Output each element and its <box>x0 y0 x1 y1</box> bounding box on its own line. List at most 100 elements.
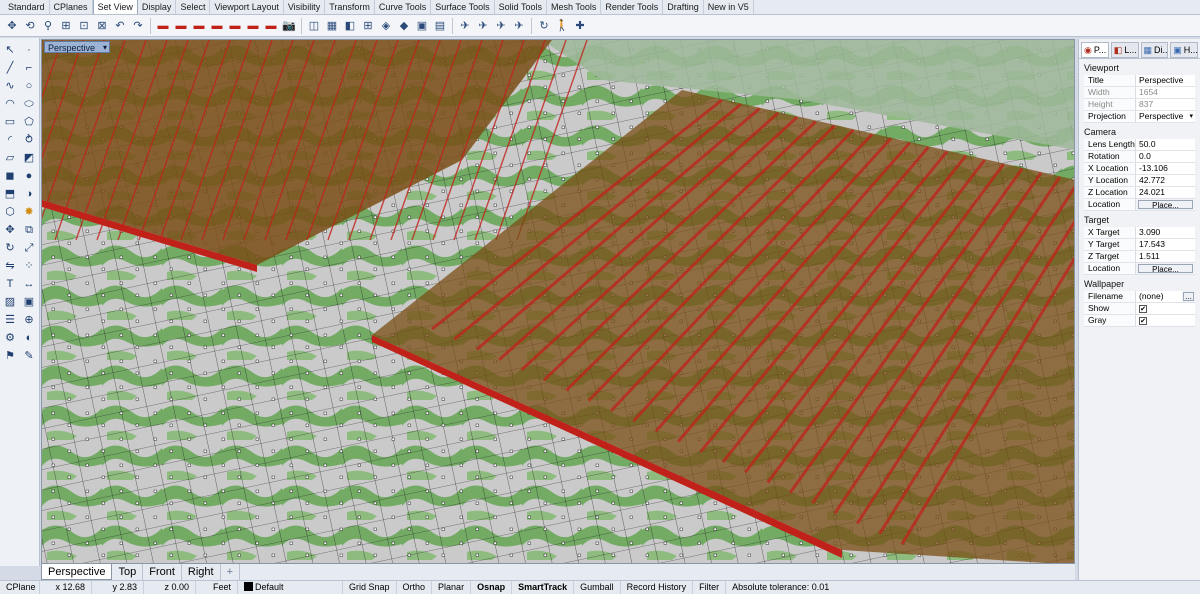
arc-icon[interactable]: ◠ <box>1 96 19 112</box>
circle-icon[interactable]: ○ <box>20 78 38 94</box>
tab-select[interactable]: Select <box>176 0 211 14</box>
tab-visibility[interactable]: Visibility <box>284 0 326 14</box>
mesh-icon[interactable]: ⬡ <box>1 204 19 220</box>
gray-checkbox[interactable]: ✔ <box>1139 317 1147 325</box>
prop-title-field[interactable]: Perspective <box>1136 75 1195 86</box>
tab-set-view[interactable]: Set View <box>92 0 138 14</box>
redo-view-icon[interactable]: ↷ <box>130 18 146 34</box>
prop-ztarget-field[interactable]: 1.511 <box>1136 251 1195 262</box>
tab-new-in-v5[interactable]: New in V5 <box>704 0 754 14</box>
tab-layers[interactable]: ◧ L... <box>1110 42 1139 58</box>
pan-icon[interactable]: ✥ <box>4 18 20 34</box>
sphere-icon[interactable]: ● <box>20 168 38 184</box>
dimension-icon[interactable]: ↔ <box>20 276 38 292</box>
prop-xloc-field[interactable]: -13.106 <box>1136 163 1195 174</box>
target-icon[interactable]: ✚ <box>572 18 588 34</box>
grid-snap-toggle[interactable]: Grid Snap <box>343 581 397 594</box>
split-view-icon[interactable]: ◧ <box>342 18 358 34</box>
box-icon[interactable]: ◼ <box>1 168 19 184</box>
zoom-extents-icon[interactable]: ⊡ <box>76 18 92 34</box>
polyline-icon[interactable]: ⌐ <box>20 60 38 76</box>
hatch-icon[interactable]: ▨ <box>1 294 19 310</box>
rectangle-icon[interactable]: ▭ <box>1 114 19 130</box>
tab-properties[interactable]: ◉ P... <box>1081 42 1109 58</box>
camera-place-button[interactable]: Place... <box>1138 200 1193 210</box>
zoom-icon[interactable]: ⚲ <box>40 18 56 34</box>
car-perspective-icon[interactable]: ▬ <box>263 18 279 34</box>
surface-icon[interactable]: ▱ <box>1 150 19 166</box>
tab-cplanes[interactable]: CPlanes <box>50 0 93 14</box>
plane-fly-icon[interactable]: ✈ <box>457 18 473 34</box>
array-icon[interactable]: ⁘ <box>20 258 38 274</box>
prop-zloc-field[interactable]: 24.021 <box>1136 187 1195 198</box>
render-icon[interactable]: ◐ <box>20 330 38 346</box>
ortho-toggle[interactable]: Ortho <box>397 581 433 594</box>
tab-solid-tools[interactable]: Solid Tools <box>495 0 547 14</box>
tab-display[interactable]: ▦Di... <box>1140 42 1169 58</box>
tab-right[interactable]: Right <box>182 564 221 580</box>
status-layer[interactable]: Default <box>238 581 343 594</box>
layer-icon[interactable]: ☰ <box>1 312 19 328</box>
four-view-icon[interactable]: ⊞ <box>360 18 376 34</box>
line-icon[interactable]: ╱ <box>1 60 19 76</box>
plane-icon-2[interactable]: ✈ <box>475 18 491 34</box>
move-icon[interactable]: ✥ <box>1 222 19 238</box>
prop-yloc-field[interactable]: 42.772 <box>1136 175 1195 186</box>
browse-button[interactable]: ... <box>1183 292 1194 301</box>
gumball-toggle[interactable]: Gumball <box>574 581 621 594</box>
text-icon[interactable]: T <box>1 276 19 292</box>
planar-toggle[interactable]: Planar <box>432 581 472 594</box>
tab-curve-tools[interactable]: Curve Tools <box>375 0 432 14</box>
mirror-icon[interactable]: ⇋ <box>1 258 19 274</box>
loft-icon[interactable]: ◩ <box>20 150 38 166</box>
car-right-icon[interactable]: ▬ <box>209 18 225 34</box>
tab-standard[interactable]: Standard <box>4 0 50 14</box>
tab-viewport-layout[interactable]: Viewport Layout <box>210 0 284 14</box>
properties-icon[interactable]: ⚑ <box>1 348 19 364</box>
ellipse-icon[interactable]: ⬭ <box>20 96 38 112</box>
point-icon[interactable]: · <box>20 42 38 58</box>
perspective-viewport[interactable]: Perspective ▾ <box>41 39 1075 564</box>
tab-drafting[interactable]: Drafting <box>663 0 704 14</box>
car-left-icon[interactable]: ▬ <box>191 18 207 34</box>
extrude-icon[interactable]: ⬒ <box>1 186 19 202</box>
car-top-icon[interactable]: ▬ <box>155 18 171 34</box>
explode-icon[interactable]: ✸ <box>20 204 38 220</box>
filter-toggle[interactable]: Filter <box>693 581 727 594</box>
tab-transform[interactable]: Transform <box>325 0 375 14</box>
polygon-icon[interactable]: ⬠ <box>20 114 38 130</box>
tab-front[interactable]: Front <box>143 564 182 580</box>
chevron-down-icon[interactable]: ▾ <box>103 42 107 54</box>
status-cplane[interactable]: CPlane <box>0 581 40 594</box>
tab-render-tools[interactable]: Render Tools <box>601 0 664 14</box>
cube-view-icon[interactable]: ◈ <box>378 18 394 34</box>
car-back-icon[interactable]: ▬ <box>245 18 261 34</box>
fillet-icon[interactable]: ◜ <box>1 132 19 148</box>
copy-icon[interactable]: ⧉ <box>20 222 38 238</box>
view-grid-icon[interactable]: ▦ <box>324 18 340 34</box>
offset-curve-icon[interactable]: ⥁ <box>20 132 38 148</box>
tab-top[interactable]: Top <box>112 564 144 580</box>
group-icon[interactable]: ⊕ <box>20 312 38 328</box>
tab-display[interactable]: Display <box>138 0 177 14</box>
tab-mesh-tools[interactable]: Mesh Tools <box>547 0 602 14</box>
osnap-toggle[interactable]: Osnap <box>471 581 513 594</box>
boolean-icon[interactable]: ◑ <box>20 186 38 202</box>
prop-lens-field[interactable]: 50.0 <box>1136 139 1195 150</box>
rotate-view-icon[interactable]: ⟲ <box>22 18 38 34</box>
prop-projection-select[interactable]: Perspective ▾ <box>1136 111 1195 122</box>
target-place-button[interactable]: Place... <box>1138 264 1193 274</box>
prop-rotation-field[interactable]: 0.0 <box>1136 151 1195 162</box>
viewport-title[interactable]: Perspective ▾ <box>44 41 111 54</box>
tab-surface-tools[interactable]: Surface Tools <box>431 0 495 14</box>
plane-icon-3[interactable]: ✈ <box>493 18 509 34</box>
rotate-icon[interactable]: ↻ <box>1 240 19 256</box>
smarttrack-toggle[interactable]: SmartTrack <box>512 581 575 594</box>
prop-ytarget-field[interactable]: 17.543 <box>1136 239 1195 250</box>
show-checkbox[interactable]: ✔ <box>1139 305 1147 313</box>
surface-view-icon[interactable]: ▤ <box>432 18 448 34</box>
orbit-icon[interactable]: ↻ <box>536 18 552 34</box>
select-arrow-icon[interactable]: ↖ <box>1 42 19 58</box>
tab-perspective[interactable]: Perspective <box>41 564 113 580</box>
box-view-icon[interactable]: ▣ <box>414 18 430 34</box>
